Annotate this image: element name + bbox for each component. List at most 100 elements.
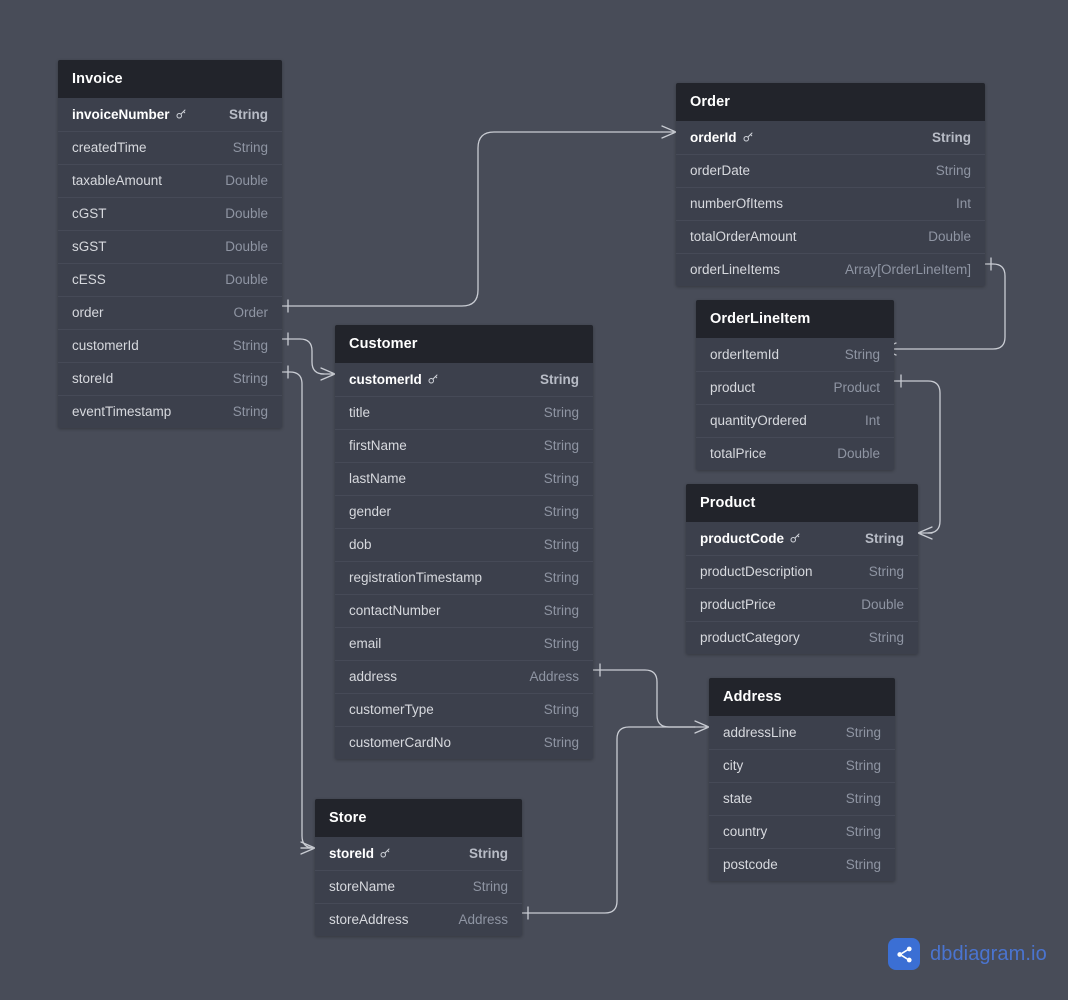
field-row[interactable]: cESS Double bbox=[58, 262, 282, 296]
field-row[interactable]: productCode String bbox=[686, 522, 918, 555]
field-row[interactable]: gender String bbox=[335, 494, 593, 528]
field-row[interactable]: storeName String bbox=[315, 869, 522, 903]
table-store[interactable]: Store storeId String storeName String storeAd… bbox=[315, 799, 522, 936]
field-row[interactable]: storeId String bbox=[58, 361, 282, 395]
field-row[interactable]: order Order bbox=[58, 295, 282, 329]
field-type: String bbox=[845, 857, 881, 872]
field-type: String bbox=[469, 845, 508, 861]
field-row[interactable]: productPrice Double bbox=[686, 587, 918, 621]
field-type: Int bbox=[955, 196, 971, 211]
field-row[interactable]: cGST Double bbox=[58, 196, 282, 230]
table-header-product[interactable]: Product bbox=[686, 484, 918, 522]
field-name-label: storeId bbox=[329, 845, 375, 861]
field-name: createdTime bbox=[72, 140, 147, 155]
field-type: String bbox=[932, 129, 971, 145]
field-row[interactable]: invoiceNumber String bbox=[58, 98, 282, 131]
field-name-label: storeId bbox=[72, 371, 114, 386]
field-row[interactable]: storeAddress Address bbox=[315, 902, 522, 936]
field-row[interactable]: city String bbox=[709, 748, 895, 782]
field-name-label: totalPrice bbox=[710, 446, 767, 461]
table-header-orderlineitem[interactable]: OrderLineItem bbox=[696, 300, 894, 338]
field-row[interactable]: productCategory String bbox=[686, 620, 918, 654]
field-name: orderItemId bbox=[710, 347, 779, 362]
field-name-label: contactNumber bbox=[349, 603, 441, 618]
field-name: cESS bbox=[72, 272, 106, 287]
table-address[interactable]: Address addressLine String city String state S… bbox=[709, 678, 895, 881]
field-name: product bbox=[710, 380, 755, 395]
field-row[interactable]: customerType String bbox=[335, 692, 593, 726]
field-type: String bbox=[543, 537, 579, 552]
table-invoice[interactable]: Invoice invoiceNumber String createdTime Str… bbox=[58, 60, 282, 428]
field-row[interactable]: eventTimestamp String bbox=[58, 394, 282, 428]
field-type: String bbox=[868, 564, 904, 579]
field-type: Double bbox=[225, 272, 268, 287]
field-row[interactable]: contactNumber String bbox=[335, 593, 593, 627]
field-row[interactable]: orderId String bbox=[676, 121, 985, 154]
field-name-label: createdTime bbox=[72, 140, 147, 155]
table-product[interactable]: Product productCode String productDescripti… bbox=[686, 484, 918, 654]
field-row[interactable]: product Product bbox=[696, 370, 894, 404]
field-type: String bbox=[845, 758, 881, 773]
field-row[interactable]: orderItemId String bbox=[696, 338, 894, 371]
field-type: String bbox=[232, 371, 268, 386]
field-name: customerCardNo bbox=[349, 735, 451, 750]
field-row[interactable]: orderLineItems Array[OrderLineItem] bbox=[676, 252, 985, 286]
field-name-label: postcode bbox=[723, 857, 778, 872]
field-name: postcode bbox=[723, 857, 778, 872]
field-name: orderId bbox=[690, 130, 754, 145]
table-header-customer[interactable]: Customer bbox=[335, 325, 593, 363]
field-row[interactable]: addressLine String bbox=[709, 716, 895, 749]
table-body-address: addressLine String city String state String co… bbox=[709, 715, 895, 881]
table-orderlineitem[interactable]: OrderLineItem orderItemId String product Pro… bbox=[696, 300, 894, 470]
field-name-label: title bbox=[349, 405, 371, 420]
field-type: String bbox=[935, 163, 971, 178]
field-row[interactable]: customerId String bbox=[335, 363, 593, 396]
dbdiagram-watermark[interactable]: dbdiagram.io bbox=[888, 938, 1047, 970]
field-row[interactable]: createdTime String bbox=[58, 130, 282, 164]
field-name: email bbox=[349, 636, 381, 651]
table-header-address[interactable]: Address bbox=[709, 678, 895, 716]
field-name-label: addressLine bbox=[723, 724, 797, 740]
field-type: Double bbox=[225, 206, 268, 221]
table-header-invoice[interactable]: Invoice bbox=[58, 60, 282, 98]
field-name: dob bbox=[349, 537, 372, 552]
field-row[interactable]: title String bbox=[335, 395, 593, 429]
field-name-label: gender bbox=[349, 504, 392, 519]
field-name-label: quantityOrdered bbox=[710, 413, 807, 428]
field-name-label: productCode bbox=[700, 530, 784, 546]
table-customer[interactable]: Customer customerId String title String first… bbox=[335, 325, 593, 759]
field-row[interactable]: orderDate String bbox=[676, 153, 985, 187]
field-row[interactable]: sGST Double bbox=[58, 229, 282, 263]
field-row[interactable]: country String bbox=[709, 814, 895, 848]
field-name: title bbox=[349, 405, 370, 420]
field-row[interactable]: customerId String bbox=[58, 328, 282, 362]
field-row[interactable]: firstName String bbox=[335, 428, 593, 462]
field-row[interactable]: totalOrderAmount Double bbox=[676, 219, 985, 253]
field-row[interactable]: postcode String bbox=[709, 847, 895, 881]
diagram-canvas[interactable]: Invoice invoiceNumber String createdTime Str… bbox=[0, 0, 1068, 1000]
field-name-label: address bbox=[349, 669, 398, 684]
field-type: String bbox=[543, 636, 579, 651]
field-row[interactable]: state String bbox=[709, 781, 895, 815]
field-name: storeId bbox=[329, 846, 391, 861]
table-header-order[interactable]: Order bbox=[676, 83, 985, 121]
field-row[interactable]: email String bbox=[335, 626, 593, 660]
table-order[interactable]: Order orderId String orderDate String numberO… bbox=[676, 83, 985, 286]
field-row[interactable]: registrationTimestamp String bbox=[335, 560, 593, 594]
field-name: order bbox=[72, 305, 104, 320]
field-row[interactable]: taxableAmount Double bbox=[58, 163, 282, 197]
field-row[interactable]: customerCardNo String bbox=[335, 725, 593, 759]
field-name-label: city bbox=[723, 758, 744, 773]
field-row[interactable]: quantityOrdered Int bbox=[696, 403, 894, 437]
field-row[interactable]: lastName String bbox=[335, 461, 593, 495]
table-header-store[interactable]: Store bbox=[315, 799, 522, 837]
relationship-invoice-customer bbox=[281, 332, 336, 381]
field-row[interactable]: storeId String bbox=[315, 837, 522, 870]
field-row[interactable]: totalPrice Double bbox=[696, 436, 894, 470]
field-row[interactable]: address Address bbox=[335, 659, 593, 693]
field-row[interactable]: numberOfItems Int bbox=[676, 186, 985, 220]
field-name-label: order bbox=[72, 305, 104, 320]
field-row[interactable]: productDescription String bbox=[686, 554, 918, 588]
field-row[interactable]: dob String bbox=[335, 527, 593, 561]
field-name-label: storeAddress bbox=[329, 912, 409, 927]
